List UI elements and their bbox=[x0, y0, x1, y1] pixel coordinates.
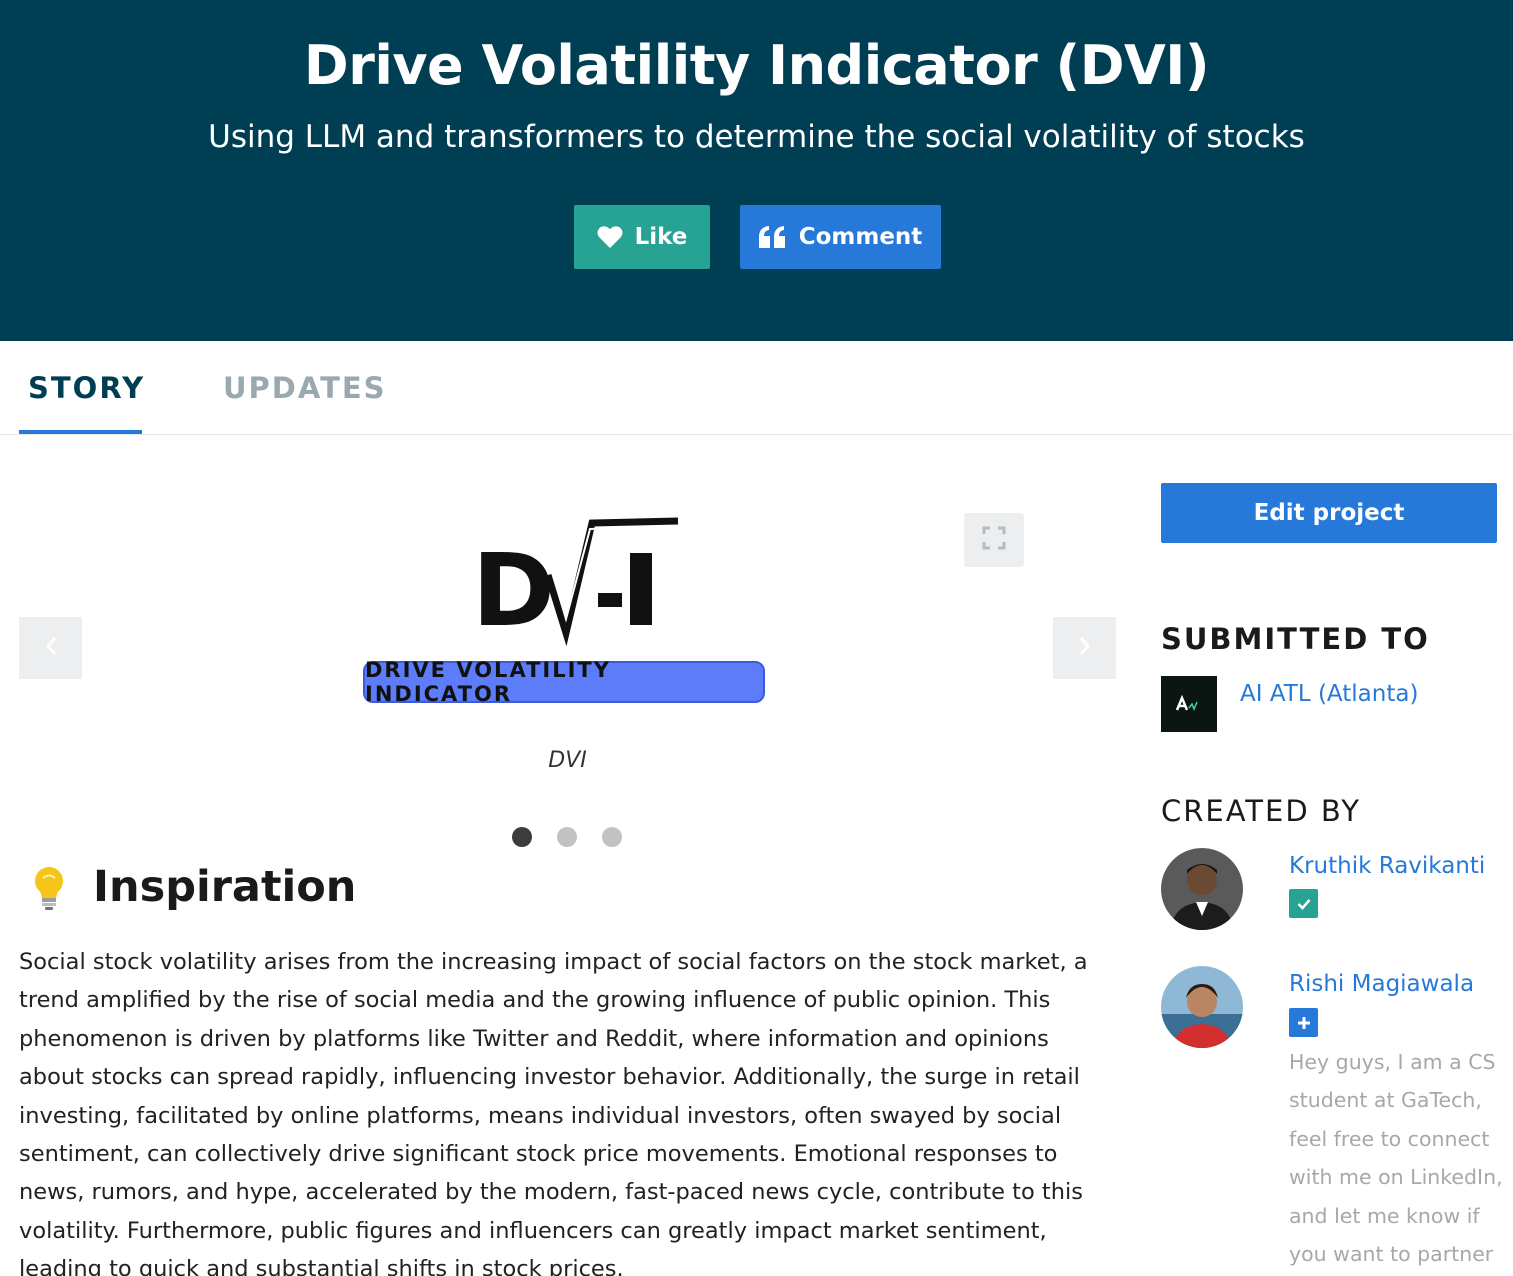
chevron-right-icon bbox=[1078, 635, 1092, 662]
avatar[interactable] bbox=[1161, 966, 1243, 1048]
project-tagline: Using LLM and transformers to determine … bbox=[208, 119, 1305, 155]
gallery-dot-2[interactable] bbox=[557, 827, 577, 847]
gallery-dot-3[interactable] bbox=[602, 827, 622, 847]
svg-text:D: D bbox=[472, 532, 555, 649]
comment-button[interactable]: Comment bbox=[740, 205, 941, 269]
fullscreen-button[interactable] bbox=[964, 513, 1024, 567]
section-heading-inspiration: Inspiration bbox=[93, 862, 357, 912]
project-tabs: STORY UPDATES bbox=[0, 341, 1513, 435]
inspiration-paragraph: Social stock volatility arises from the … bbox=[19, 949, 1088, 1276]
tab-story[interactable]: STORY bbox=[28, 371, 145, 405]
gallery-prev-button[interactable] bbox=[19, 617, 82, 679]
check-icon bbox=[1289, 889, 1318, 918]
tab-updates[interactable]: UPDATES bbox=[223, 371, 387, 405]
member-name-kruthik[interactable]: Kruthik Ravikanti bbox=[1289, 853, 1485, 879]
heart-icon bbox=[597, 225, 623, 249]
expand-icon bbox=[982, 526, 1006, 555]
dvi-logo: D bbox=[472, 517, 679, 649]
project-title: Drive Volatility Indicator (DVI) bbox=[303, 34, 1210, 97]
plus-icon[interactable] bbox=[1289, 1008, 1318, 1037]
gallery-dot-1[interactable] bbox=[512, 827, 532, 847]
avatar[interactable] bbox=[1161, 848, 1243, 930]
active-tab-indicator bbox=[19, 430, 142, 434]
project-header: Drive Volatility Indicator (DVI) Using L… bbox=[0, 0, 1513, 341]
lightbulb-icon bbox=[30, 864, 68, 912]
gallery-next-button[interactable] bbox=[1053, 617, 1116, 679]
member-name-rishi[interactable]: Rishi Magiawala bbox=[1289, 971, 1474, 997]
comment-label: Comment bbox=[798, 224, 923, 250]
hackathon-thumbnail[interactable] bbox=[1161, 676, 1217, 732]
member-bio: Hey guys, I am a CS student at GaTech, f… bbox=[1289, 1050, 1503, 1267]
submitted-to-heading: SUBMITTED TO bbox=[1161, 622, 1430, 656]
hackathon-link[interactable]: AI ATL (Atlanta) bbox=[1240, 681, 1418, 707]
logo-banner-text: DRIVE VOLATILITY INDICATOR bbox=[363, 658, 765, 706]
gallery-caption: DVI bbox=[548, 748, 587, 773]
like-button[interactable]: Like bbox=[574, 205, 710, 269]
gallery-pagination bbox=[512, 827, 622, 847]
like-label: Like bbox=[634, 224, 688, 250]
edit-project-button[interactable]: Edit project bbox=[1161, 483, 1497, 543]
created-by-heading: CREATED BY bbox=[1161, 794, 1361, 828]
quote-icon bbox=[758, 226, 787, 248]
chevron-left-icon bbox=[44, 635, 58, 662]
